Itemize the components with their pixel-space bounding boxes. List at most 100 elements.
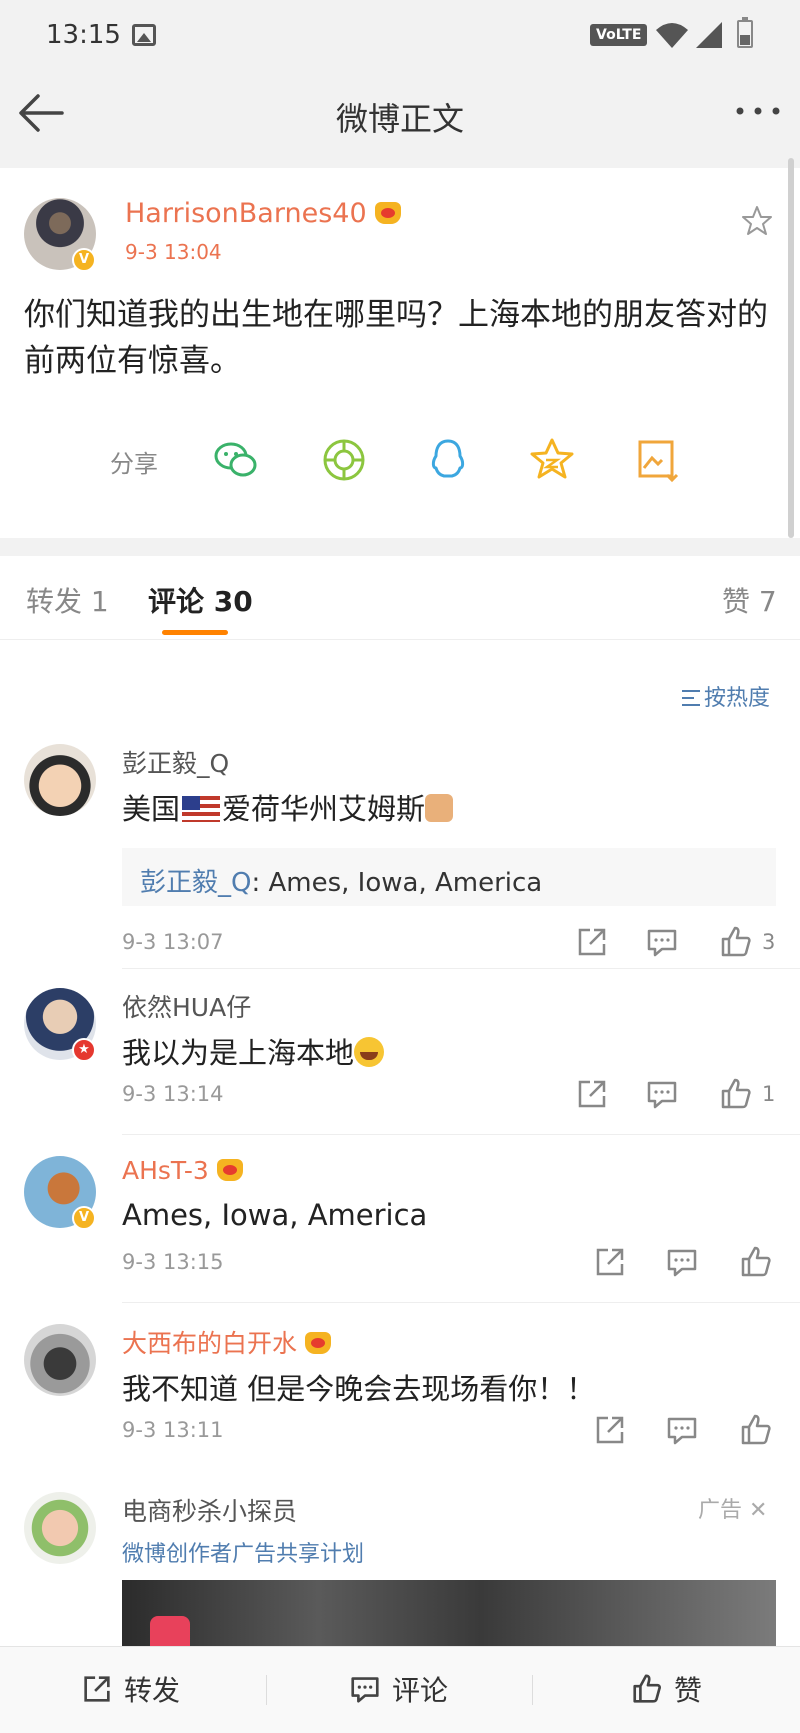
like-comment-icon[interactable] [738, 1244, 774, 1280]
status-bar: 13:15 VoLTE [0, 0, 800, 72]
repost-comment-icon[interactable] [574, 924, 610, 960]
close-icon[interactable]: ✕ [749, 1498, 767, 1523]
tab-comment[interactable]: 评论 30 [148, 580, 253, 620]
divider [122, 1134, 800, 1135]
commenter-name[interactable]: 彭正毅_Q [122, 744, 229, 780]
tab-repost[interactable]: 转发 1 [26, 580, 109, 620]
sub-reply-text: : Ames, Iowa, America [251, 868, 543, 898]
thumbs-up-emoji-icon [425, 794, 454, 822]
divider [122, 968, 800, 969]
like-label[interactable]: 赞 [674, 1674, 702, 1707]
nav-bar: 微博正文 [0, 72, 800, 156]
comment-text: 美国 爱荷华州艾姆斯 [122, 786, 454, 828]
us-flag-emoji-icon [182, 796, 221, 822]
sub-reply-name[interactable]: 彭正毅_Q [140, 868, 251, 898]
sort-label[interactable]: 按热度 [704, 686, 770, 711]
comment-icon [351, 1677, 379, 1703]
moments-icon[interactable] [320, 436, 368, 484]
post-tabs: 转发 1 评论 30 赞 7 [0, 556, 800, 640]
commenter-name[interactable]: 大西布的白开水 [122, 1324, 332, 1360]
commenter-name[interactable]: AHsT-3 [122, 1156, 243, 1185]
comment-text-part: 爱荷华州艾姆斯 [222, 792, 426, 826]
comment-time: 9-3 13:11 [122, 1418, 224, 1442]
commenter-name-text[interactable]: 大西布的白开水 [122, 1329, 297, 1358]
signal-icon [696, 22, 722, 48]
laughing-emoji-icon [354, 1037, 385, 1067]
like-button[interactable]: 赞 [630, 1669, 702, 1709]
divider [532, 1675, 533, 1705]
post-text: 你们知道我的出生地在哪里吗？上海本地的朋友答对的前两位有惊喜。 [24, 297, 768, 379]
vip-crown-icon [374, 202, 401, 224]
vip-crown-icon [305, 1332, 332, 1354]
divider [122, 1302, 800, 1303]
reply-comment-icon[interactable] [644, 924, 680, 960]
more-options-icon[interactable] [732, 96, 784, 126]
comment-label[interactable]: 评论 [392, 1674, 448, 1707]
commenter-avatar[interactable] [24, 744, 96, 816]
favorite-star-icon[interactable] [740, 204, 774, 238]
author-name[interactable]: HarrisonBarnes40 [125, 198, 401, 229]
repost-comment-icon[interactable] [592, 1244, 628, 1280]
reply-comment-icon[interactable] [664, 1244, 700, 1280]
comment-text: 我不知道 但是今晚会去现场看你！！ [122, 1372, 596, 1406]
ad-app-logo [150, 1616, 190, 1646]
repost-comment-icon[interactable] [574, 1076, 610, 1112]
repost-icon [84, 1676, 110, 1702]
post-time: 9-3 13:04 [125, 240, 222, 264]
divider [266, 1675, 267, 1705]
ad-image[interactable] [122, 1580, 776, 1646]
member-badge-icon: ★ [72, 1038, 96, 1062]
comment-text: Ames, Iowa, America [122, 1198, 428, 1232]
ad-close-button[interactable]: 广告 ✕ [698, 1492, 767, 1524]
page-title: 微博正文 [335, 100, 464, 138]
reply-comment-icon[interactable] [664, 1412, 700, 1448]
sort-icon [682, 690, 700, 706]
like-comment-icon[interactable] [718, 924, 754, 960]
battery-icon [737, 17, 753, 48]
comment-text: 我以为是上海本地 [122, 1030, 385, 1072]
scrollbar[interactable] [788, 158, 794, 538]
weibo-post: V HarrisonBarnes40 9-3 13:04 你们知道我的出生地在哪… [0, 168, 800, 538]
bottom-action-bar: 转发 评论 赞 [0, 1646, 800, 1733]
active-tab-indicator [162, 630, 228, 635]
verified-badge-icon: V [72, 1206, 96, 1230]
comment-like-count: 3 [762, 930, 776, 954]
sort-by-hot-button[interactable]: 按热度 [682, 680, 770, 712]
commenter-name-text[interactable]: AHsT-3 [122, 1156, 209, 1185]
advertiser-avatar[interactable] [24, 1492, 96, 1564]
ad-tag: 广告 [698, 1498, 743, 1523]
verified-badge-icon: V [72, 248, 96, 272]
qq-icon[interactable] [424, 436, 472, 484]
commenter-name[interactable]: 依然HUA仔 [122, 988, 251, 1024]
ad-subtitle[interactable]: 微博创作者广告共享计划 [122, 1536, 364, 1568]
repost-label[interactable]: 转发 [124, 1674, 180, 1707]
comment-button[interactable]: 评论 [348, 1669, 448, 1709]
comment-like-count: 1 [762, 1082, 776, 1106]
like-icon [633, 1674, 661, 1703]
save-image-icon[interactable] [634, 436, 682, 484]
author-name-text[interactable]: HarrisonBarnes40 [125, 198, 367, 229]
wechat-icon[interactable] [212, 436, 260, 484]
image-notification-icon [132, 24, 156, 46]
status-time: 13:15 [46, 20, 121, 50]
comment-time: 9-3 13:15 [122, 1250, 224, 1274]
reply-comment-icon[interactable] [644, 1076, 680, 1112]
comment-list: 按热度 彭正毅_Q 美国 爱荷华州艾姆斯 彭正毅_Q: Ames, Iowa, A… [0, 640, 800, 1646]
wifi-icon [656, 23, 688, 48]
share-label: 分享 [110, 450, 158, 478]
like-comment-icon[interactable] [738, 1412, 774, 1448]
qzone-icon[interactable] [528, 436, 576, 484]
repost-button[interactable]: 转发 [80, 1669, 180, 1709]
repost-comment-icon[interactable] [592, 1412, 628, 1448]
comment-text-part: 美国 [122, 792, 181, 826]
tab-like[interactable]: 赞 7 [722, 580, 777, 620]
comment-time: 9-3 13:14 [122, 1082, 224, 1106]
volte-badge: VoLTE [590, 24, 648, 46]
comment-time: 9-3 13:07 [122, 930, 224, 954]
share-row: 分享 [0, 430, 800, 490]
vip-crown-icon [216, 1159, 243, 1181]
sub-reply[interactable]: 彭正毅_Q: Ames, Iowa, America [122, 848, 776, 906]
commenter-avatar[interactable] [24, 1324, 96, 1396]
advertiser-name[interactable]: 电商秒杀小探员 [122, 1492, 297, 1528]
like-comment-icon[interactable] [718, 1076, 754, 1112]
